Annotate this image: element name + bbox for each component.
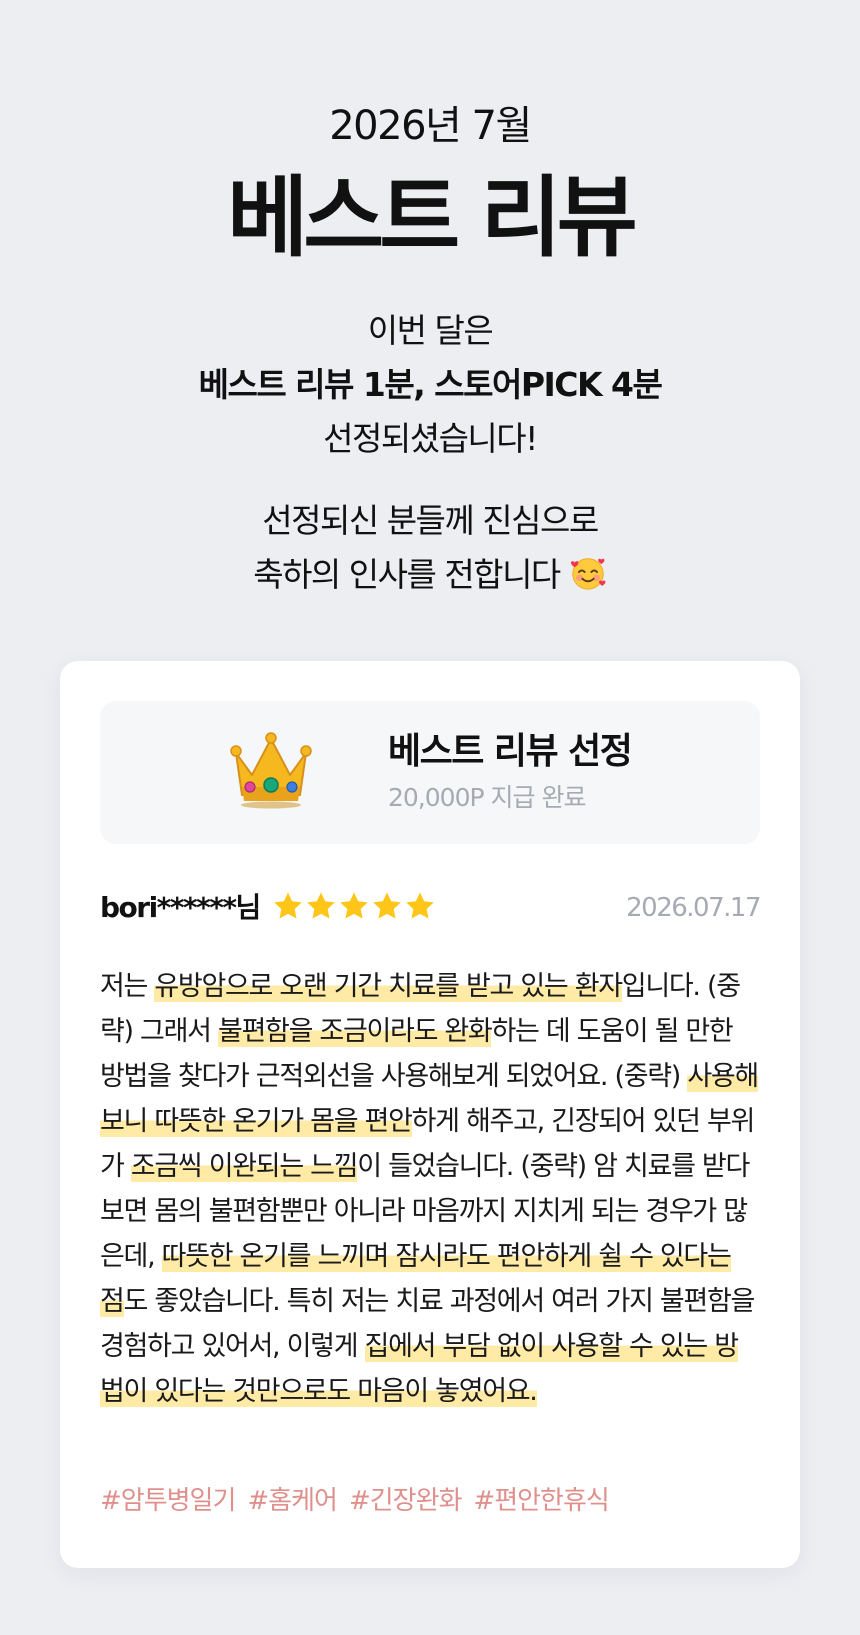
review-date: 2026.07.17: [626, 893, 761, 923]
intro-line-2: 베스트 리뷰 1분, 스토어PICK 4분: [198, 365, 663, 404]
hashtag-list: #암투병일기 #홈케어 #긴장완화 #편안한휴식: [100, 1483, 621, 1519]
congrats-line-2-text: 축하의 인사를 전합니다: [253, 555, 561, 594]
header: 2026년 7월 베스트 리뷰 이번 달은 베스트 리뷰 1분, 스토어PICK…: [0, 0, 860, 602]
star-rating: [272, 886, 437, 926]
star-icon: [406, 892, 434, 919]
highlighted-text: 불편함을 조금이라도 완화: [217, 1016, 493, 1047]
hashtag[interactable]: #암투병일기: [100, 1483, 236, 1519]
review-card: 베스트 리뷰 선정 20,000P 지급 완료 bori******님 2026…: [60, 661, 800, 1568]
star-icon: [274, 892, 302, 919]
intro-text: 이번 달은 베스트 리뷰 1분, 스토어PICK 4분 선정되셨습니다!: [0, 304, 860, 466]
congrats-text: 선정되신 분들께 진심으로 축하의 인사를 전합니다: [0, 494, 860, 602]
crown-icon: [230, 732, 312, 809]
page-title: 베스트 리뷰: [227, 166, 637, 269]
congrats-line-1: 선정되신 분들께 진심으로: [262, 501, 599, 540]
highlighted-text: 유방암으로 오랜 기간 치료를 받고 있는 환자: [154, 971, 623, 1002]
highlighted-text: 조금씩 이완되는 느낌: [130, 1151, 359, 1182]
intro-line-3: 선정되셨습니다!: [323, 419, 538, 458]
congrats-line-2: 축하의 인사를 전합니다: [0, 548, 860, 602]
review-text: 저는 유방암으로 오랜 기간 치료를 받고 있는 환자입니다. (중략) 그래서…: [100, 964, 760, 1414]
hashtag[interactable]: #긴장완화: [349, 1483, 462, 1519]
star-icon: [373, 892, 401, 919]
star-icon: [340, 892, 368, 919]
review-header: bori******님 2026.07.17: [100, 882, 761, 932]
month-label: 2026년 7월: [329, 103, 532, 149]
best-review-badge: 베스트 리뷰 선정 20,000P 지급 완료: [100, 701, 760, 844]
badge-subtitle: 20,000P 지급 완료: [388, 783, 586, 812]
smiling-face-with-hearts-icon: [570, 558, 606, 590]
hashtag[interactable]: #홈케어: [247, 1483, 338, 1519]
intro-line-1: 이번 달은: [367, 311, 494, 350]
badge-title: 베스트 리뷰 선정: [388, 731, 633, 772]
reviewer-name: bori******님: [100, 891, 261, 924]
review-text-segment: 저는: [100, 971, 155, 1002]
hashtag[interactable]: #편안한휴식: [473, 1483, 609, 1519]
star-icon: [307, 892, 335, 919]
